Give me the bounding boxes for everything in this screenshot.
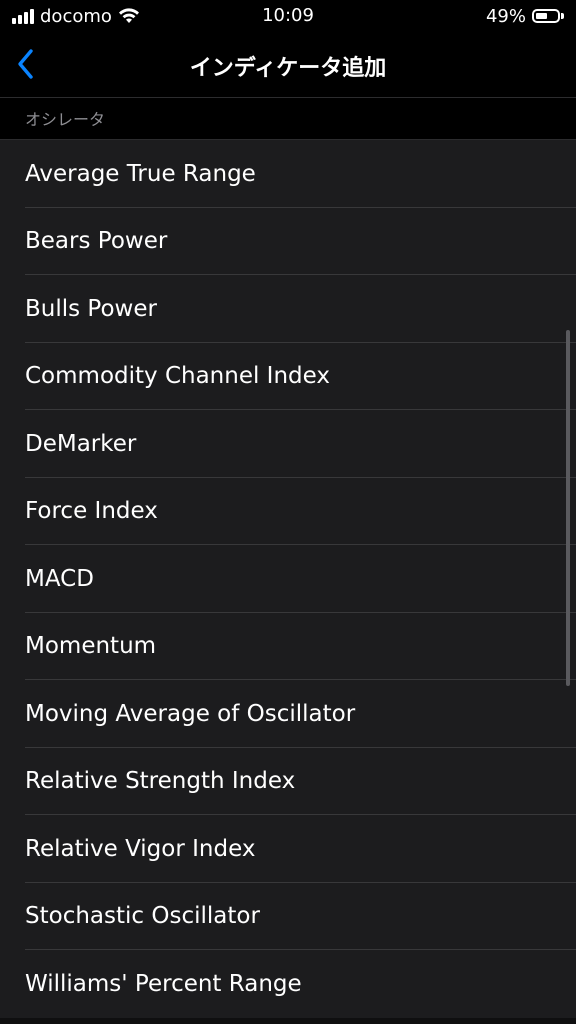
battery-percent: 49% [485, 5, 526, 27]
scroll-indicator[interactable] [566, 330, 570, 686]
list-item-moving-average-of-oscillator[interactable]: Moving Average of Oscillator [0, 680, 576, 748]
list-item-momentum[interactable]: Momentum [0, 613, 576, 681]
list-item-label: Moving Average of Oscillator [25, 700, 356, 727]
list-item-williams-percent-range[interactable]: Williams' Percent Range [0, 950, 576, 1018]
navigation-bar: インディケータ追加 [0, 34, 576, 98]
bottom-edge [0, 1018, 576, 1024]
list-item-bears-power[interactable]: Bears Power [0, 208, 576, 276]
list-item-stochastic-oscillator[interactable]: Stochastic Oscillator [0, 883, 576, 951]
list-item-commodity-channel-index[interactable]: Commodity Channel Index [0, 343, 576, 411]
status-right: 49% [486, 5, 564, 27]
list-item-label: Stochastic Oscillator [25, 903, 260, 930]
list-item-label: Bulls Power [25, 295, 157, 322]
list-item-relative-strength-index[interactable]: Relative Strength Index [0, 748, 576, 816]
section-header: オシレータ [0, 98, 576, 140]
list-item-label: Williams' Percent Range [25, 970, 302, 997]
list-item-label: Momentum [25, 633, 157, 660]
battery-cap [561, 13, 564, 19]
list-item-demarker[interactable]: DeMarker [0, 410, 576, 478]
list-item-label: Relative Vigor Index [25, 835, 256, 862]
list-item-bulls-power[interactable]: Bulls Power [0, 275, 576, 343]
list-item-label: DeMarker [25, 430, 137, 457]
battery-icon [532, 9, 560, 23]
list-item-label: Commodity Channel Index [25, 363, 330, 390]
list-item-macd[interactable]: MACD [0, 545, 576, 613]
list-item-label: MACD [25, 565, 94, 592]
list-item-relative-vigor-index[interactable]: Relative Vigor Index [0, 815, 576, 883]
list-item-label: Bears Power [25, 228, 168, 255]
list-item-average-true-range[interactable]: Average True Range [0, 140, 576, 208]
page-title: インディケータ追加 [189, 56, 387, 81]
section-header-label: オシレータ [25, 110, 106, 129]
status-bar: docomo 10:09 49% [0, 0, 576, 34]
indicator-list: Average True Range Bears Power Bulls Pow… [0, 140, 576, 1018]
list-item-label: Relative Strength Index [25, 768, 296, 795]
list-item-label: Force Index [25, 498, 158, 525]
list-item-label: Average True Range [25, 160, 256, 187]
list-item-force-index[interactable]: Force Index [0, 478, 576, 546]
battery-level [536, 13, 547, 19]
